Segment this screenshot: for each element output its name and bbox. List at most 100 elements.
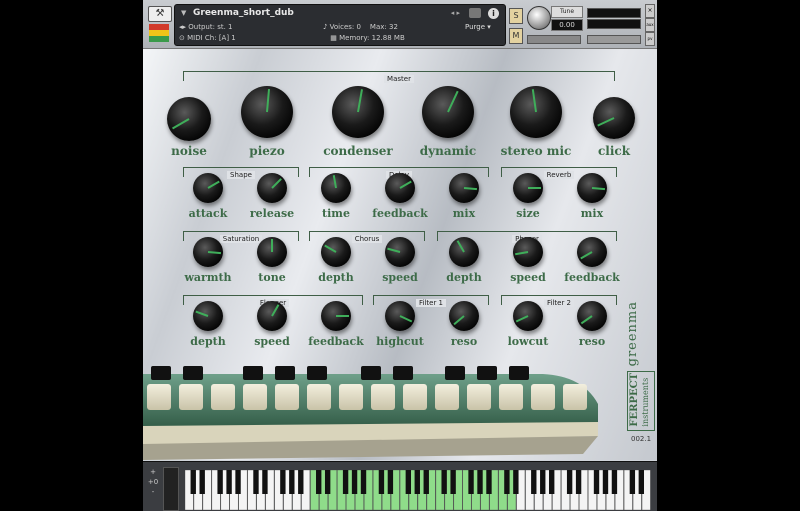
instrument-nav-arrows[interactable]: ◂ ▸ — [451, 9, 460, 17]
solo-button[interactable]: S — [509, 8, 523, 24]
piano-black-key[interactable] — [575, 470, 582, 494]
tune-value[interactable]: 0.00 — [551, 19, 583, 31]
piano-black-key[interactable] — [486, 470, 492, 494]
piano-black-key[interactable] — [262, 470, 268, 494]
max-voices-label: Max: — [369, 23, 387, 31]
piano-black-key[interactable] — [405, 470, 412, 494]
piano-black-key[interactable] — [289, 470, 295, 494]
purge-menu[interactable]: Purge ▾ — [465, 23, 491, 31]
piano-black-key[interactable] — [549, 470, 555, 494]
filter1-reso-knob[interactable] — [449, 301, 479, 331]
piano-black-key[interactable] — [441, 470, 447, 494]
piano-black-key[interactable] — [316, 470, 322, 494]
highcut-knob[interactable] — [385, 301, 415, 331]
chorus-depth-knob[interactable] — [321, 237, 351, 267]
piano-black-key[interactable] — [531, 470, 537, 494]
piano-black-key[interactable] — [414, 470, 420, 494]
piano-black-key[interactable] — [280, 470, 286, 494]
piano-black-key[interactable] — [477, 470, 483, 494]
midi-channel-label: MIDI Ch: — [187, 34, 217, 42]
phaser-feedback-knob[interactable] — [577, 237, 607, 267]
virtual-piano-keyboard[interactable] — [185, 470, 651, 510]
max-voices-value[interactable]: 32 — [389, 23, 398, 31]
piano-black-key[interactable] — [253, 470, 259, 494]
filter2-reso-knob[interactable] — [577, 301, 607, 331]
pan-slider[interactable] — [527, 35, 581, 44]
tune-knob[interactable] — [527, 6, 551, 30]
octave-down-button[interactable]: - — [146, 487, 160, 497]
piano-black-key[interactable] — [226, 470, 232, 494]
piano-black-key[interactable] — [217, 470, 223, 494]
piano-black-key[interactable] — [450, 470, 456, 494]
piano-black-key[interactable] — [387, 470, 394, 494]
piano-black-key[interactable] — [298, 470, 304, 494]
piano-black-key[interactable] — [235, 470, 241, 494]
piano-black-key[interactable] — [378, 470, 385, 494]
section-reverb: Reverb — [501, 167, 617, 179]
piano-black-key[interactable] — [423, 470, 429, 494]
delay-time-knob[interactable] — [321, 173, 351, 203]
flanger-feedback-knob[interactable] — [321, 301, 351, 331]
piano-black-key[interactable] — [324, 470, 331, 494]
piano-black-key[interactable] — [513, 470, 519, 494]
delay-feedback-knob[interactable] — [385, 173, 415, 203]
output-value[interactable]: st. 1 — [217, 23, 232, 31]
volume-slider[interactable] — [587, 35, 641, 44]
section-title-filter2: Filter 2 — [543, 299, 574, 307]
flanger-speed-knob[interactable] — [257, 301, 287, 331]
memory-icon: ▦ — [330, 34, 337, 42]
instrument-name[interactable]: Greenma_short_dub — [193, 8, 294, 18]
pv-label: pv — [647, 36, 653, 41]
pitch-mod-wheels[interactable] — [163, 467, 179, 511]
octave-up-button[interactable]: + — [146, 467, 160, 477]
company-name: FERPECT — [629, 373, 640, 427]
piano-black-key[interactable] — [199, 470, 205, 494]
lowcut-knob[interactable] — [513, 301, 543, 331]
kontakt-instrument-window: ⚒ ▼ Greenma_short_dub ◂ ▸ i ◂▸ Output: s… — [143, 0, 657, 511]
piano-black-key[interactable] — [190, 470, 196, 494]
info-icon[interactable]: i — [488, 8, 499, 19]
output-label: Output: — [188, 23, 215, 31]
piano-black-key[interactable] — [360, 470, 367, 494]
piano-black-key[interactable] — [593, 470, 600, 494]
tone-knob[interactable] — [257, 237, 287, 267]
noise-knob[interactable] — [167, 97, 211, 141]
attack-knob[interactable] — [193, 173, 223, 203]
reverb-mix-label: mix — [580, 207, 604, 220]
section-title-saturation: Saturation — [219, 235, 263, 243]
phaser-speed-knob[interactable] — [513, 237, 543, 267]
piezo-knob[interactable] — [241, 86, 293, 138]
pv-button[interactable]: pv — [645, 32, 655, 46]
piano-black-key[interactable] — [629, 470, 636, 494]
dynamic-knob[interactable] — [422, 86, 474, 138]
release-knob[interactable] — [257, 173, 287, 203]
stereo-mic-knob[interactable] — [510, 86, 562, 138]
click-knob[interactable] — [593, 97, 635, 139]
piano-black-key[interactable] — [602, 470, 609, 494]
delay-mix-knob[interactable] — [449, 173, 479, 203]
warmth-knob[interactable] — [193, 237, 223, 267]
piano-black-key[interactable] — [342, 470, 349, 494]
flanger-depth-knob[interactable] — [193, 301, 223, 331]
wrench-icon[interactable]: ⚒ — [148, 6, 172, 22]
piano-black-key[interactable] — [638, 470, 645, 494]
aux-button[interactable]: aux — [645, 18, 655, 32]
piano-black-key[interactable] — [351, 470, 358, 494]
piano-black-key[interactable] — [504, 470, 510, 494]
mute-button[interactable]: M — [509, 28, 523, 44]
section-delay: Delay — [309, 167, 489, 179]
piano-black-key[interactable] — [540, 470, 546, 494]
reverb-size-knob[interactable] — [513, 173, 543, 203]
midi-channel-value[interactable]: [A] 1 — [219, 34, 236, 42]
close-instrument-button[interactable]: × — [645, 4, 655, 18]
condenser-knob[interactable] — [332, 86, 384, 138]
piano-black-key[interactable] — [566, 470, 573, 494]
piano-black-key[interactable] — [611, 470, 618, 494]
piano-black-key[interactable] — [468, 470, 474, 494]
phaser-depth-knob[interactable] — [449, 237, 479, 267]
reverb-mix-knob[interactable] — [577, 173, 607, 203]
instrument-header: ⚒ ▼ Greenma_short_dub ◂ ▸ i ◂▸ Output: s… — [143, 0, 657, 49]
collapse-arrow-icon[interactable]: ▼ — [181, 9, 186, 17]
camera-icon[interactable] — [469, 8, 481, 18]
chorus-speed-knob[interactable] — [385, 237, 415, 267]
